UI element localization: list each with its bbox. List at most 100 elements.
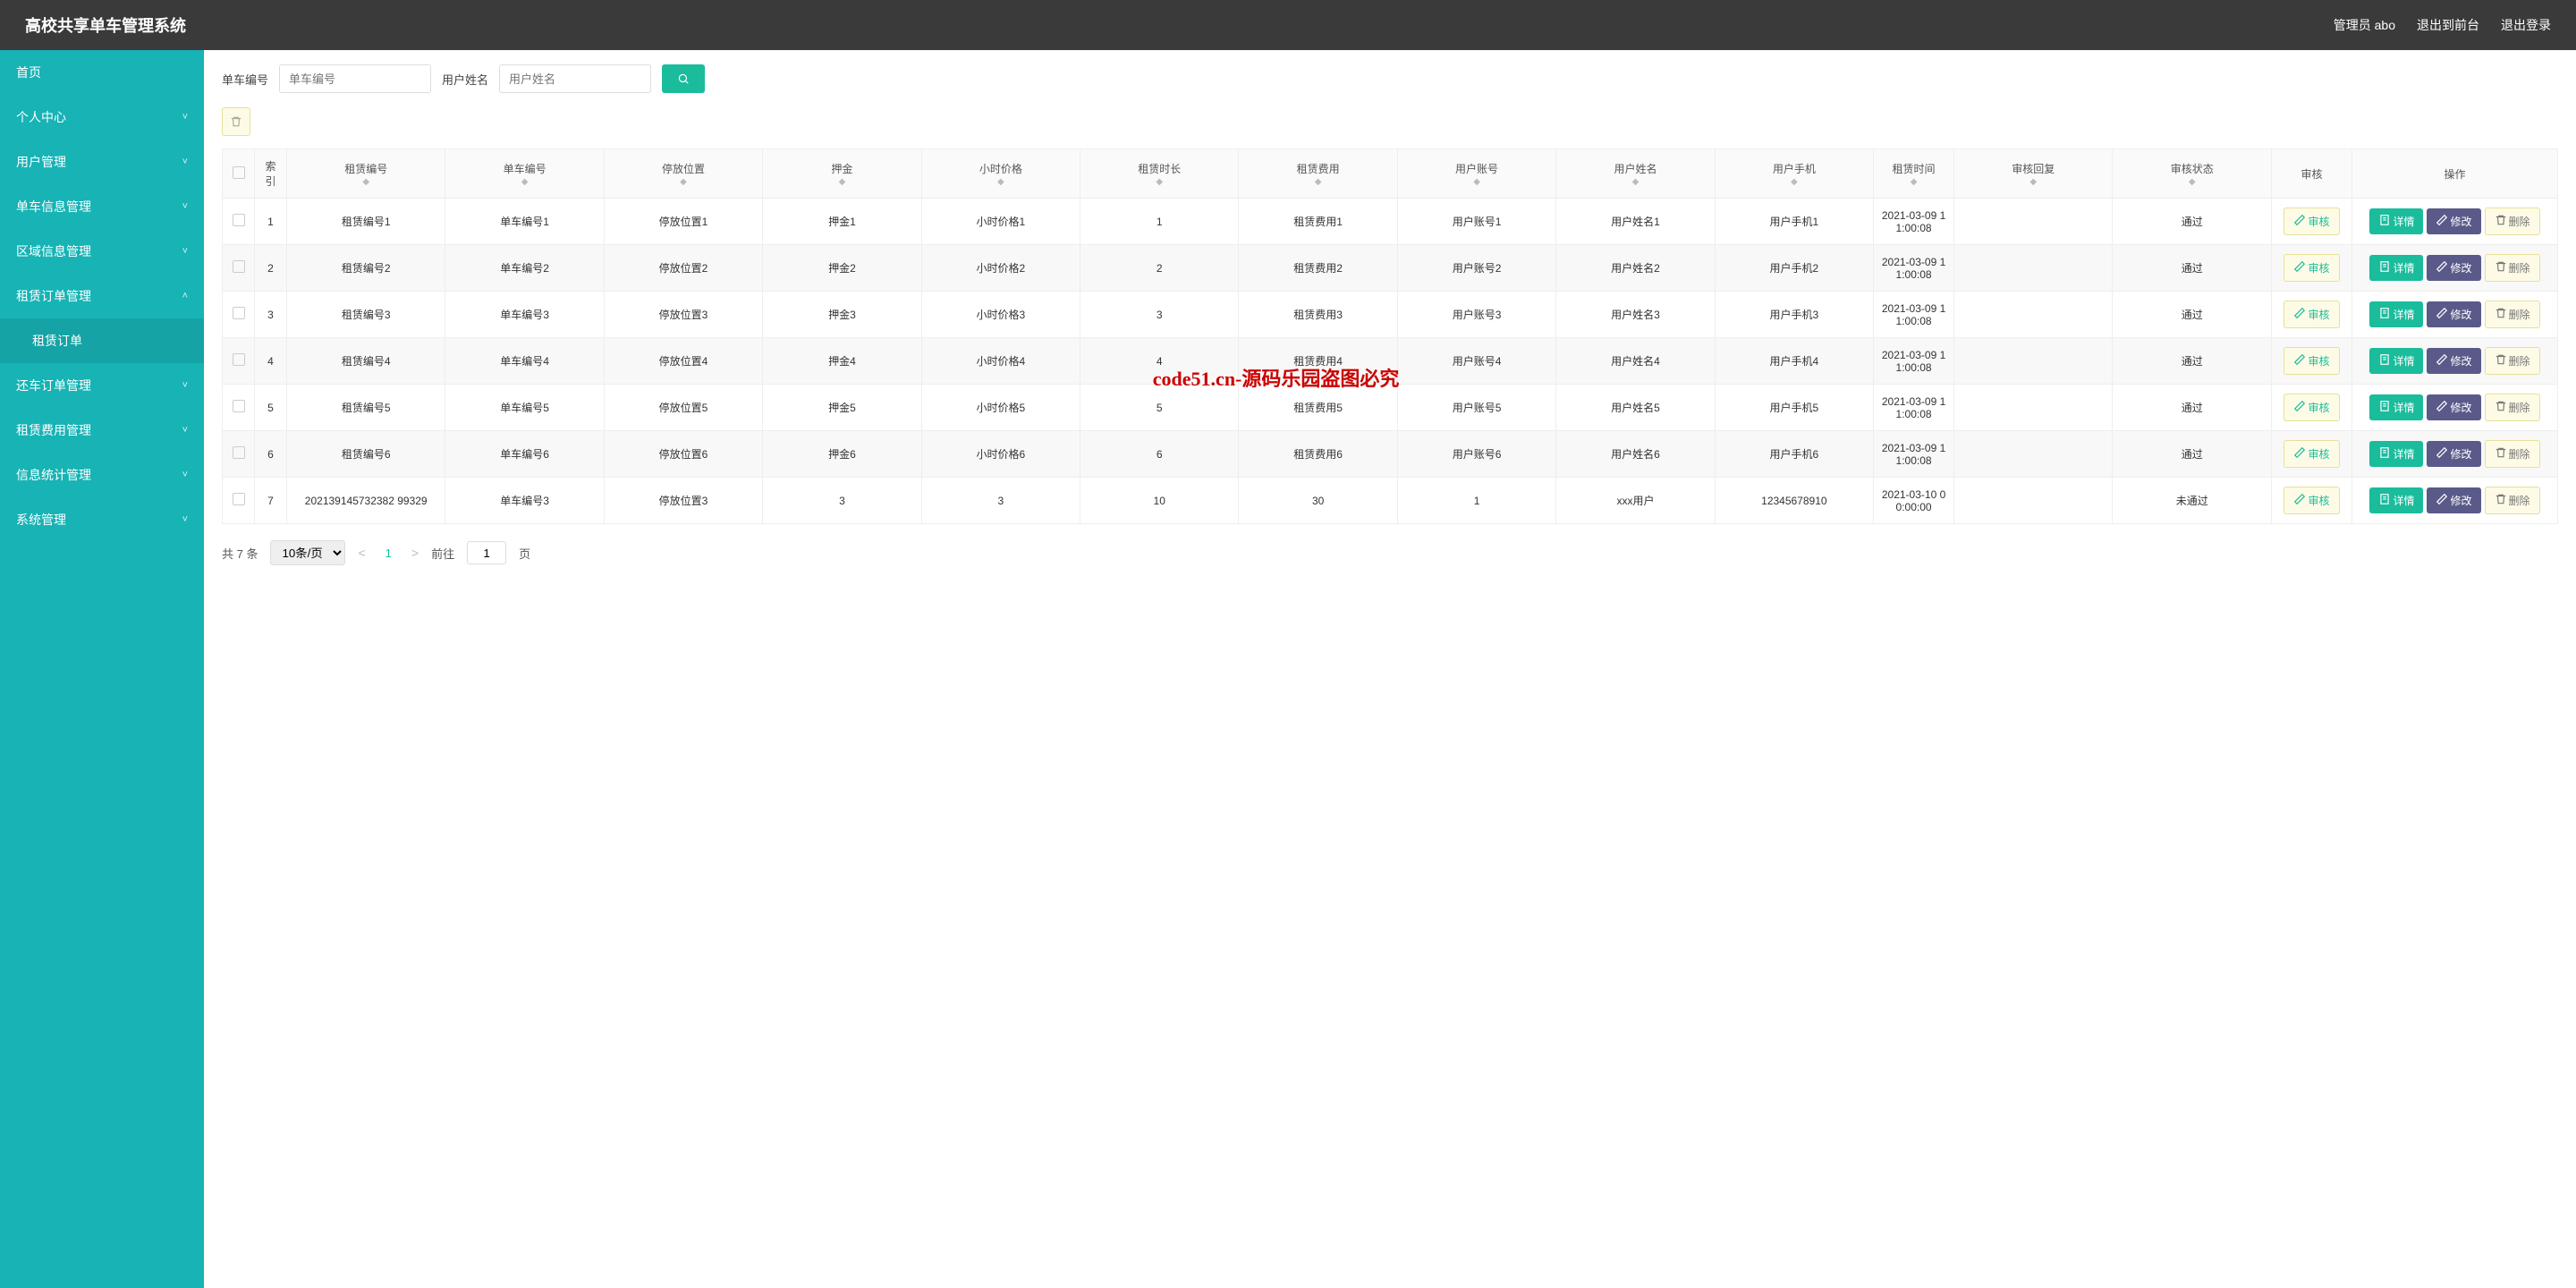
cell [1954, 478, 2113, 524]
sidebar-item-label: 个人中心 [16, 108, 66, 126]
row-checkbox[interactable] [233, 353, 245, 366]
col-header-10[interactable]: 用户姓名◆ [1556, 149, 1715, 199]
sidebar-item-用户管理[interactable]: 用户管理˅ [0, 140, 204, 184]
edit-button[interactable]: 修改 [2427, 441, 2480, 467]
row-checkbox[interactable] [233, 400, 245, 412]
edit-icon [2293, 493, 2306, 508]
row-checkbox[interactable] [233, 446, 245, 459]
audit-button[interactable]: 审核 [2284, 440, 2339, 468]
audit-button[interactable]: 审核 [2284, 301, 2339, 328]
chevron-down-icon: ˅ [182, 112, 188, 123]
row-checkbox[interactable] [233, 260, 245, 273]
audit-button[interactable]: 审核 [2284, 487, 2339, 514]
detail-button[interactable]: 详情 [2369, 255, 2423, 281]
trash-icon [2495, 353, 2507, 369]
audit-button[interactable]: 审核 [2284, 208, 2339, 235]
sidebar-item-个人中心[interactable]: 个人中心 ˅ [0, 95, 204, 140]
col-header-8[interactable]: 租赁费用◆ [1239, 149, 1397, 199]
detail-button[interactable]: 详情 [2369, 301, 2423, 327]
search-icon [677, 72, 690, 85]
cell [223, 385, 255, 431]
table-row: 3租赁编号3单车编号3停放位置3押金3小时价格33租赁费用3用户账号3用户姓名3… [223, 292, 2558, 338]
edit-button[interactable]: 修改 [2427, 255, 2480, 281]
cell: 详情修改删除 [2352, 292, 2558, 338]
col-header-13[interactable]: 审核回复◆ [1954, 149, 2113, 199]
col-header-6[interactable]: 小时价格◆ [921, 149, 1080, 199]
cell: 通过 [2113, 292, 2272, 338]
sidebar-item-label: 信息统计管理 [16, 466, 91, 484]
sidebar-item-还车订单管理[interactable]: 还车订单管理˅ [0, 363, 204, 408]
edit-button[interactable]: 修改 [2427, 301, 2480, 327]
sidebar-item-区域信息管理[interactable]: 区域信息管理˅ [0, 229, 204, 274]
cell: 详情修改删除 [2352, 431, 2558, 478]
next-page[interactable]: > [411, 546, 419, 560]
cell: 租赁编号4 [287, 338, 445, 385]
row-checkbox[interactable] [233, 307, 245, 319]
delete-button[interactable]: 删除 [2485, 440, 2540, 468]
user-label[interactable]: 管理员 abo [2334, 16, 2395, 34]
cell: 用户账号3 [1397, 292, 1555, 338]
sidebar-item-信息统计管理[interactable]: 信息统计管理 ˅ [0, 453, 204, 497]
goto-input[interactable] [467, 541, 506, 564]
delete-button[interactable]: 删除 [2485, 254, 2540, 282]
goto-label2: 页 [519, 545, 530, 562]
edit-button[interactable]: 修改 [2427, 394, 2480, 420]
select-all-checkbox[interactable] [233, 166, 245, 179]
col-header-11[interactable]: 用户手机◆ [1715, 149, 1873, 199]
logout-link[interactable]: 退出登录 [2501, 16, 2551, 34]
sidebar-item-首页[interactable]: 首页 [0, 50, 204, 95]
sidebar-item-单车信息管理[interactable]: 单车信息管理˅ [0, 184, 204, 229]
cell: 小时价格6 [921, 431, 1080, 478]
delete-button[interactable]: 删除 [2485, 347, 2540, 375]
detail-button[interactable]: 详情 [2369, 487, 2423, 513]
filter-user-input[interactable] [499, 64, 651, 93]
col-header-9[interactable]: 用户账号◆ [1397, 149, 1555, 199]
sidebar-item-租赁订单[interactable]: 租赁订单 [0, 318, 204, 363]
detail-button[interactable]: 详情 [2369, 208, 2423, 234]
cell: 30 [1239, 478, 1397, 524]
to-front-link[interactable]: 退出到前台 [2417, 16, 2479, 34]
cell: 单车编号5 [445, 385, 604, 431]
audit-button[interactable]: 审核 [2284, 254, 2339, 282]
filter-bike-label: 单车编号 [222, 71, 268, 88]
detail-button[interactable]: 详情 [2369, 348, 2423, 374]
filter-bike-input[interactable] [279, 64, 431, 93]
batch-delete-button[interactable] [222, 107, 250, 136]
page-size-select[interactable]: 10条/页 [270, 540, 345, 565]
delete-button[interactable]: 删除 [2485, 394, 2540, 421]
sidebar-item-租赁订单管理[interactable]: 租赁订单管理˄ [0, 274, 204, 318]
col-header-5[interactable]: 押金◆ [763, 149, 921, 199]
delete-button[interactable]: 删除 [2485, 301, 2540, 328]
sidebar-item-系统管理[interactable]: 系统管理˅ [0, 497, 204, 542]
detail-button[interactable]: 详情 [2369, 394, 2423, 420]
col-header-3[interactable]: 单车编号◆ [445, 149, 604, 199]
audit-button[interactable]: 审核 [2284, 347, 2339, 375]
chevron-down-icon: ˅ [182, 246, 188, 257]
row-checkbox[interactable] [233, 214, 245, 226]
col-header-12[interactable]: 租赁时间◆ [1874, 149, 1954, 199]
sidebar-item-租赁费用管理[interactable]: 租赁费用管理˅ [0, 408, 204, 453]
col-header-14[interactable]: 审核状态◆ [2113, 149, 2272, 199]
detail-button[interactable]: 详情 [2369, 441, 2423, 467]
delete-button[interactable]: 删除 [2485, 487, 2540, 514]
delete-button[interactable]: 删除 [2485, 208, 2540, 235]
current-page[interactable]: 1 [378, 543, 399, 564]
audit-button[interactable]: 审核 [2284, 394, 2339, 421]
col-header-4[interactable]: 停放位置◆ [604, 149, 762, 199]
row-checkbox[interactable] [233, 493, 245, 505]
prev-page[interactable]: < [358, 546, 365, 560]
col-header-7[interactable]: 租赁时长◆ [1080, 149, 1239, 199]
chevron-down-icon: ˅ [182, 470, 188, 480]
cell: 审核 [2272, 245, 2352, 292]
edit-button[interactable]: 修改 [2427, 487, 2480, 513]
trash-icon [2495, 493, 2507, 508]
edit-button[interactable]: 修改 [2427, 348, 2480, 374]
cell: 2021-03-09 11:00:08 [1874, 338, 1954, 385]
cell: 2021-03-09 11:00:08 [1874, 385, 1954, 431]
search-button[interactable] [662, 64, 705, 93]
col-header-2[interactable]: 租赁编号◆ [287, 149, 445, 199]
app-header: 高校共享单车管理系统 管理员 abo 退出到前台 退出登录 [0, 0, 2576, 50]
edit-button[interactable]: 修改 [2427, 208, 2480, 234]
cell [1954, 245, 2113, 292]
cell: 用户姓名1 [1556, 199, 1715, 245]
